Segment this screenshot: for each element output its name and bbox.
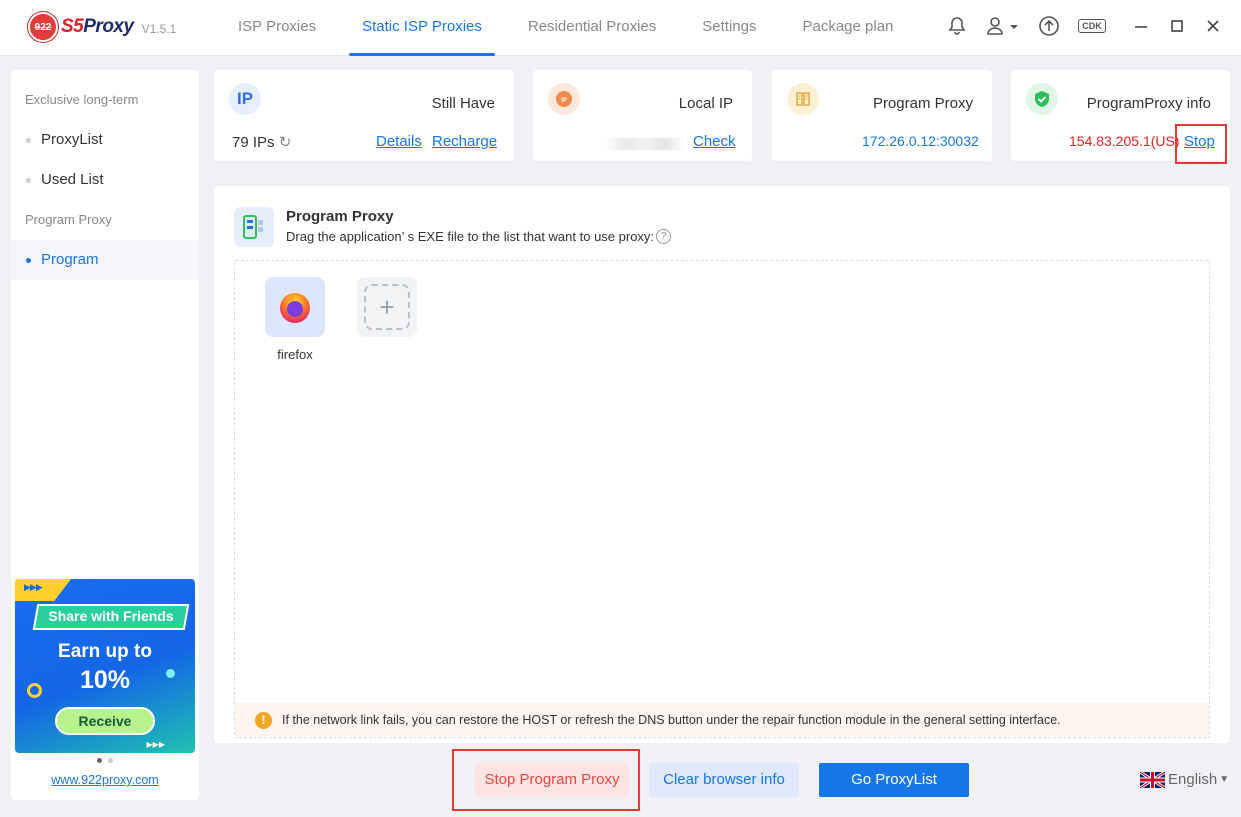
main-nav: ISP Proxies Static ISP Proxies Residenti… [215, 0, 916, 56]
app-tile-firefox[interactable] [265, 277, 325, 337]
program-proxy-address: 172.26.0.12:30032 [862, 133, 979, 149]
header-actions: CDK [929, 14, 1225, 38]
add-app-button[interactable]: + [357, 277, 417, 337]
clear-browser-info-button[interactable]: Clear browser info [649, 763, 799, 797]
details-link[interactable]: Details [376, 133, 422, 150]
plus-icon: + [364, 284, 410, 330]
tab-isp-proxies[interactable]: ISP Proxies [215, 0, 339, 56]
stop-program-proxy-button[interactable]: Stop Program Proxy [475, 763, 629, 797]
card-still-have: IP Still Have 79 IPs ↻ Details Recharge [214, 70, 514, 161]
tab-static-isp-proxies[interactable]: Static ISP Proxies [339, 0, 505, 56]
location-icon-text: IP [561, 98, 567, 104]
banner-ring-icon [27, 683, 42, 698]
proxy-server-icon [787, 83, 819, 115]
card-title: Program Proxy [872, 95, 973, 112]
shield-check-icon [1026, 83, 1058, 115]
website-link[interactable]: www.922proxy.com [11, 773, 199, 787]
location-icon: IP [548, 83, 580, 115]
card-local-ip: IP Local IP Check [533, 70, 752, 161]
proxy-info-value: 154.83.205.1(US) [1069, 133, 1180, 149]
tab-residential-proxies[interactable]: Residential Proxies [505, 0, 679, 56]
tab-package-plan[interactable]: Package plan [779, 0, 916, 56]
card-proxy-info: ProgramProxy info 154.83.205.1(US) Stop [1011, 70, 1230, 161]
card-title: Local IP [678, 95, 733, 112]
stop-link[interactable]: Stop [1184, 133, 1215, 150]
sidebar-item-proxylist[interactable]: ProxyList [11, 120, 199, 160]
language-selector[interactable]: English ▼ [1140, 771, 1229, 788]
app-name-suffix: Proxy [83, 16, 134, 37]
globe-logo-icon: 922 [28, 12, 58, 42]
pagination-dot[interactable] [108, 758, 113, 763]
card-title: ProgramProxy info [1086, 95, 1211, 112]
ip-count-value: 79 IPs [232, 134, 275, 151]
notice-text: If the network link fails, you can resto… [282, 713, 1061, 727]
sidebar-item-program[interactable]: Program [11, 240, 199, 280]
banner-earn-text: Earn up to [58, 641, 152, 662]
receive-button[interactable]: Receive [55, 707, 155, 735]
go-proxylist-button[interactable]: Go ProxyList [819, 763, 969, 797]
pagination-dot-active[interactable] [97, 758, 102, 763]
cdk-label: CDK [1078, 19, 1106, 33]
sidebar: Exclusive long-term ProxyList Used List … [11, 70, 199, 800]
user-icon[interactable] [985, 14, 1021, 38]
local-ip-value-masked [605, 138, 685, 150]
language-label: English [1168, 771, 1218, 788]
chevron-down-icon: ▼ [1219, 774, 1230, 785]
panel-description: Drag the application’ s EXE file to the … [286, 229, 672, 244]
help-icon[interactable]: ? [656, 229, 672, 244]
program-proxy-panel: Program Proxy Drag the application’ s EX… [214, 186, 1230, 743]
banner-dot-icon [166, 669, 175, 678]
check-link[interactable]: Check [693, 133, 736, 150]
upload-icon[interactable] [1037, 14, 1061, 38]
bell-icon[interactable] [945, 14, 969, 38]
logo-badge: 922 [34, 21, 52, 33]
network-notice: ! If the network link fails, you can res… [235, 703, 1209, 737]
banner-arrows-icon-2: ▶▶▶ [146, 740, 165, 749]
tab-settings[interactable]: Settings [679, 0, 779, 56]
app-name: S5Proxy [61, 16, 134, 38]
app-name-prefix: S5 [61, 16, 84, 37]
banner-share-text: Share with Friends [48, 608, 174, 624]
app-version: V1.5.1 [141, 22, 177, 36]
app-label-firefox: firefox [277, 347, 313, 362]
card-program-proxy: Program Proxy 172.26.0.12:30032 [772, 70, 992, 161]
exe-drop-zone[interactable]: firefox + ! If the network link fails, y… [234, 260, 1210, 738]
program-proxy-icon [234, 207, 274, 247]
panel-title: Program Proxy [286, 208, 394, 225]
sidebar-group-program-proxy: Program Proxy [25, 212, 112, 227]
banner-arrows-icon: ▶▶▶ [24, 582, 43, 592]
panel-description-text: Drag the application’ s EXE file to the … [286, 229, 655, 244]
close-icon[interactable] [1201, 14, 1225, 38]
maximize-icon[interactable] [1165, 14, 1189, 38]
refresh-icon[interactable]: ↻ [279, 134, 292, 151]
ip-count: 79 IPs ↻ [232, 133, 291, 151]
ip-icon: IP [229, 83, 261, 115]
card-title: Still Have [431, 95, 495, 112]
cdk-icon[interactable]: CDK [1077, 14, 1107, 38]
app-logo: 922 S5Proxy V1.5.1 [28, 12, 176, 42]
sidebar-item-used-list[interactable]: Used List [11, 160, 199, 200]
title-bar: 922 S5Proxy V1.5.1 ISP Proxies Static IS… [0, 0, 1241, 56]
warning-icon: ! [255, 711, 272, 729]
recharge-link[interactable]: Recharge [432, 133, 497, 150]
minimize-icon[interactable] [1129, 14, 1153, 38]
banner-pagination[interactable] [11, 758, 199, 763]
sidebar-group-exclusive: Exclusive long-term [25, 92, 139, 107]
referral-banner[interactable]: ▶▶▶ Share with Friends Earn up to 10% Re… [15, 579, 195, 753]
firefox-icon [280, 293, 310, 323]
uk-flag-icon [1140, 771, 1165, 788]
